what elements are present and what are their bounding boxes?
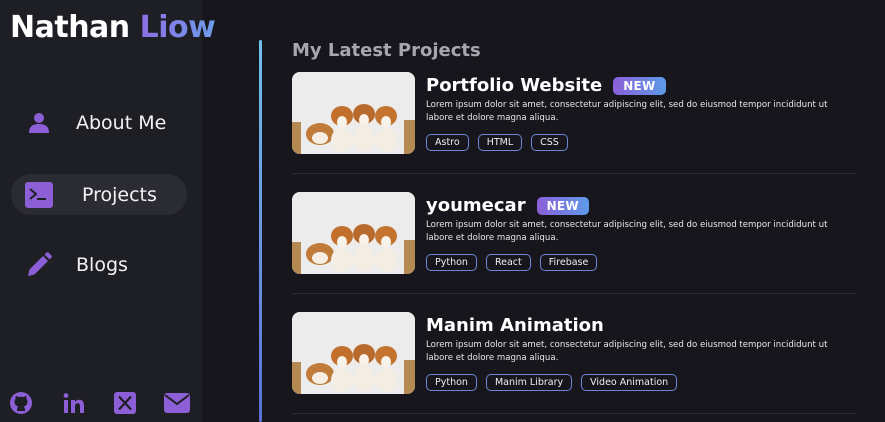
card-divider — [292, 293, 856, 294]
new-badge: NEW — [613, 76, 666, 95]
site-logo[interactable]: Nathan Liow — [10, 10, 216, 45]
sidebar: Nathan Liow About Me Projects Blogs — [0, 0, 216, 422]
project-description: Lorem ipsum dolor sit amet, consectetur … — [426, 340, 828, 363]
tag-react[interactable]: React — [485, 254, 531, 271]
nav-item-blogs[interactable]: Blogs — [11, 244, 187, 285]
nav-label-projects: Projects — [82, 183, 157, 206]
new-badge: NEW — [536, 196, 589, 215]
project-title-text: Manim Animation — [426, 315, 604, 336]
tag-css[interactable]: CSS — [531, 134, 568, 151]
timeline-bar — [259, 40, 262, 422]
brand-first-name: Nathan — [10, 10, 130, 45]
project-description: Lorem ipsum dolor sit amet, consectetur … — [426, 100, 828, 123]
project-thumbnail[interactable] — [292, 72, 415, 154]
brand-last-name: Liow — [139, 10, 216, 45]
tag-python[interactable]: Python — [426, 254, 477, 271]
section-title: My Latest Projects — [292, 40, 481, 61]
tag-firebase[interactable]: Firebase — [539, 254, 598, 271]
card-divider — [292, 413, 856, 414]
project-tags: Python React Firebase — [426, 254, 598, 271]
nav-label-blogs: Blogs — [76, 253, 128, 276]
tag-python[interactable]: Python — [426, 374, 477, 391]
project-card-youmecar[interactable]: youmecar NEW Lorem ipsum dolor sit amet,… — [292, 192, 856, 274]
pencil-icon — [25, 251, 53, 279]
project-title-text: youmecar — [426, 195, 526, 216]
project-thumbnail[interactable] — [292, 192, 415, 274]
project-tags: Python Manim Library Video Animation — [426, 374, 678, 391]
tag-video-animation[interactable]: Video Animation — [581, 374, 678, 391]
project-title[interactable]: Portfolio Website NEW — [426, 75, 666, 96]
nav-label-about-me: About Me — [76, 111, 167, 134]
terminal-icon — [25, 181, 53, 209]
tag-manim-library[interactable]: Manim Library — [485, 374, 573, 391]
linkedin-icon[interactable] — [61, 390, 87, 416]
github-icon[interactable] — [8, 390, 34, 416]
mail-icon[interactable] — [164, 390, 190, 416]
tag-html[interactable]: HTML — [477, 134, 523, 151]
nav-item-projects[interactable]: Projects — [11, 174, 187, 215]
project-tags: Astro HTML CSS — [426, 134, 568, 151]
project-title[interactable]: youmecar NEW — [426, 195, 589, 216]
person-icon — [25, 109, 53, 137]
project-thumbnail[interactable] — [292, 312, 415, 394]
project-title-text: Portfolio Website — [426, 75, 603, 96]
nav-item-about-me[interactable]: About Me — [11, 102, 187, 143]
social-links — [8, 390, 198, 416]
x-twitter-icon[interactable] — [112, 390, 138, 416]
project-card-portfolio-website[interactable]: Portfolio Website NEW Lorem ipsum dolor … — [292, 72, 856, 154]
card-divider — [292, 173, 856, 174]
project-title[interactable]: Manim Animation — [426, 315, 604, 336]
project-description: Lorem ipsum dolor sit amet, consectetur … — [426, 220, 828, 243]
tag-astro[interactable]: Astro — [426, 134, 469, 151]
project-card-manim-animation[interactable]: Manim Animation Lorem ipsum dolor sit am… — [292, 312, 856, 394]
